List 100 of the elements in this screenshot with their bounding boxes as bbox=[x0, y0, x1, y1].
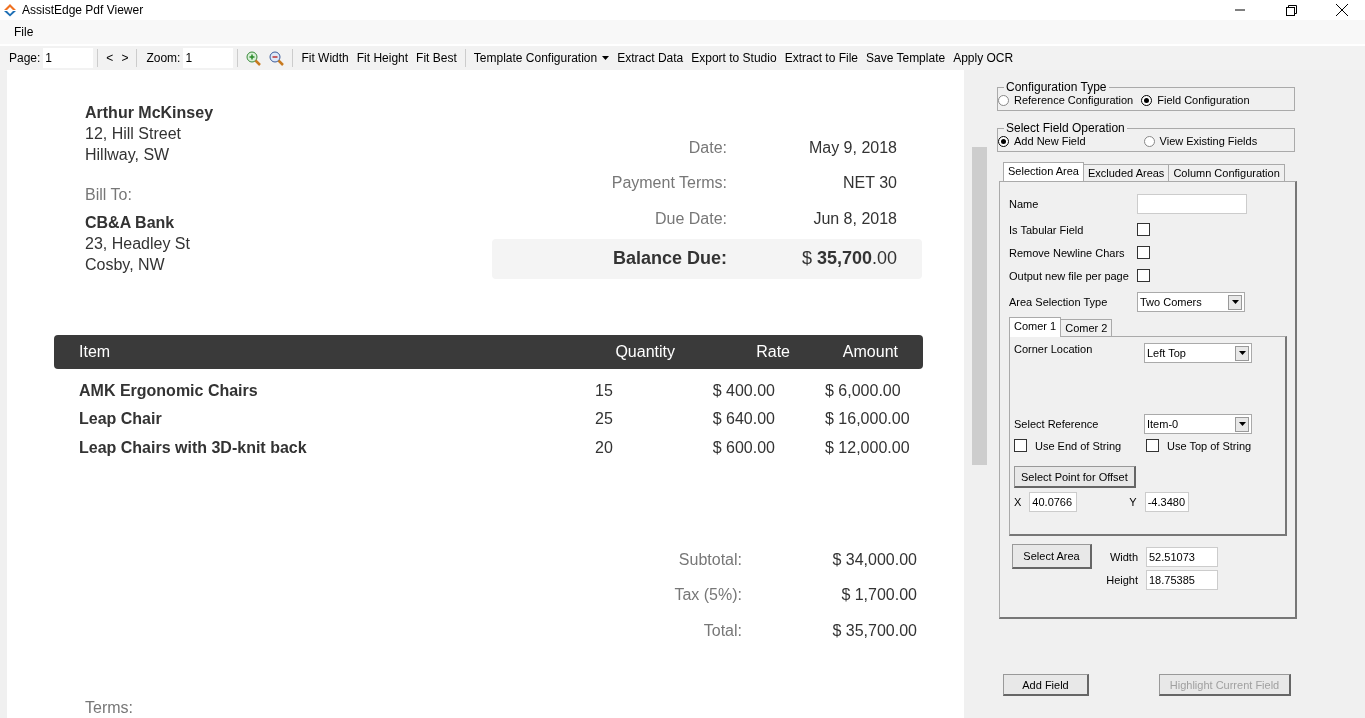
checkbox-label: Use Top of String bbox=[1167, 439, 1252, 452]
column-header: Amount bbox=[842, 342, 899, 361]
column-header: Item bbox=[78, 342, 111, 361]
tab[interactable]: Selection Area bbox=[1003, 162, 1084, 182]
checkbox[interactable] bbox=[1014, 439, 1027, 452]
address-line: Hillway, SW bbox=[85, 145, 171, 165]
total-value: $ 1,700.00 bbox=[841, 586, 917, 605]
column-header: Rate bbox=[756, 342, 791, 361]
address-line: Cosby, NW bbox=[85, 255, 166, 275]
toolbar-button[interactable]: Extract Data bbox=[613, 51, 688, 65]
radio-label[interactable]: Add New Field bbox=[1014, 135, 1086, 147]
toolbar-button[interactable]: Apply OCR bbox=[949, 51, 1018, 65]
menu-item[interactable]: File bbox=[8, 25, 40, 39]
table-cell-text: $ 600.00 bbox=[711, 438, 776, 457]
app-logo-icon bbox=[3, 3, 17, 17]
checkbox-label: Use End of String bbox=[1035, 439, 1122, 452]
radio-label[interactable]: Reference Configuration bbox=[1014, 94, 1134, 106]
balance-label: Balance Due: bbox=[612, 248, 727, 269]
toolbar-button[interactable]: Save Template bbox=[862, 51, 950, 65]
field-label: Select Reference bbox=[1014, 418, 1100, 430]
total-label: Subtotal: bbox=[678, 550, 742, 569]
recipient-name: CB&A Bank bbox=[85, 213, 176, 233]
field-label: Width bbox=[1108, 550, 1138, 563]
tab[interactable]: Comer 1 bbox=[1009, 317, 1062, 337]
checkbox[interactable] bbox=[1137, 246, 1150, 259]
select-point-button[interactable]: Select Point for Offset bbox=[1014, 466, 1136, 488]
address-line: 12, Hill Street bbox=[85, 124, 183, 144]
address-line: 23, Headley St bbox=[85, 234, 191, 254]
page-label: Page: bbox=[8, 51, 42, 65]
sender-name: Arthur McKinsey bbox=[85, 103, 214, 123]
terms-label: Terms: bbox=[85, 699, 133, 717]
column-header: Quantity bbox=[615, 342, 676, 361]
checkbox[interactable] bbox=[1146, 439, 1159, 452]
dropdown-arrow-icon bbox=[1231, 300, 1239, 304]
tab[interactable]: Comer 2 bbox=[1060, 319, 1113, 337]
restore-icon[interactable] bbox=[1285, 4, 1297, 16]
toolbar-button[interactable]: Fit Width bbox=[297, 51, 353, 65]
meta-value: Jun 8, 2018 bbox=[813, 209, 897, 228]
checkbox[interactable] bbox=[1137, 223, 1150, 236]
x-field[interactable]: 40.0766 bbox=[1029, 492, 1078, 512]
zoom-field[interactable]: 1 bbox=[183, 48, 234, 68]
name-field[interactable] bbox=[1137, 194, 1247, 214]
reference-dropdown[interactable]: Item-0 bbox=[1144, 414, 1252, 434]
table-cell-text: $ 6,000.00 bbox=[824, 381, 902, 400]
field-label: Output new file per page bbox=[1009, 269, 1130, 282]
checkbox[interactable] bbox=[1137, 269, 1150, 282]
group-title: Configuration Type bbox=[1005, 80, 1108, 94]
table-cell-text: 25 bbox=[594, 410, 614, 429]
field-label: Y bbox=[1129, 496, 1137, 508]
field-label: Corner Location bbox=[1014, 343, 1094, 355]
close-icon[interactable] bbox=[1336, 4, 1348, 16]
dropdown-arrow-icon bbox=[1238, 351, 1246, 355]
y-field[interactable]: -4.3480 bbox=[1144, 492, 1189, 512]
toolbar-button[interactable]: Fit Best bbox=[412, 51, 461, 65]
area-type-dropdown[interactable]: Two Comers bbox=[1137, 292, 1245, 312]
table-cell-text: $ 12,000.00 bbox=[824, 438, 911, 457]
dropdown-arrow-icon bbox=[602, 56, 610, 60]
previous-button[interactable]: < bbox=[102, 51, 118, 65]
meta-value: NET 30 bbox=[843, 174, 897, 193]
dropdown-arrow-icon bbox=[1238, 422, 1246, 426]
dropdown-button[interactable]: Template Configuration bbox=[469, 51, 614, 65]
tab[interactable]: Column Configuration bbox=[1168, 164, 1285, 182]
table-cell-text: $ 640.00 bbox=[711, 410, 776, 429]
field-label: Name bbox=[1009, 198, 1040, 210]
toolbar-button[interactable]: Fit Height bbox=[352, 51, 413, 65]
toolbar-button[interactable]: Export to Studio bbox=[687, 51, 781, 65]
radio-button[interactable] bbox=[998, 94, 1009, 106]
total-label: Tax (5%): bbox=[674, 586, 742, 605]
radio-button[interactable] bbox=[1141, 94, 1153, 106]
width-field[interactable]: 52.51073 bbox=[1146, 546, 1218, 567]
field-label: Is Tabular Field bbox=[1009, 223, 1085, 236]
zoom-label: Zoom: bbox=[145, 51, 182, 65]
meta-label: Due Date: bbox=[654, 209, 727, 228]
table-cell-text: Leap Chair bbox=[78, 410, 163, 429]
toolbar-button[interactable]: Extract to File bbox=[780, 51, 862, 65]
page-field[interactable]: 1 bbox=[43, 48, 94, 68]
balance-value: $ 35,700.00 bbox=[801, 248, 897, 269]
meta-value: May 9, 2018 bbox=[808, 138, 897, 157]
scrollbar-thumb[interactable] bbox=[972, 147, 987, 465]
radio-button[interactable] bbox=[1143, 135, 1155, 147]
field-label: Remove Newline Chars bbox=[1009, 246, 1126, 259]
total-value: $ 34,000.00 bbox=[832, 550, 917, 569]
table-cell-text: 20 bbox=[594, 438, 614, 457]
table-cell-text: AMK Ergonomic Chairs bbox=[78, 381, 259, 400]
window-title: AssistEdge Pdf Viewer bbox=[22, 3, 144, 17]
height-field[interactable]: 18.75385 bbox=[1146, 570, 1218, 590]
add-field-button[interactable]: Add Field bbox=[1003, 674, 1089, 696]
group-title: Select Field Operation bbox=[1005, 121, 1126, 135]
table-cell-text: Leap Chairs with 3D-knit back bbox=[78, 438, 308, 457]
bill-to-label: Bill To: bbox=[85, 186, 133, 204]
radio-button[interactable] bbox=[998, 135, 1009, 147]
select-area-button[interactable]: Select Area bbox=[1012, 544, 1092, 569]
field-label: Height bbox=[1105, 574, 1138, 586]
table-cell-text: $ 400.00 bbox=[711, 381, 776, 400]
radio-label[interactable]: Field Configuration bbox=[1157, 94, 1250, 106]
corner-location-dropdown[interactable]: Left Top bbox=[1144, 343, 1252, 363]
meta-label: Payment Terms: bbox=[611, 174, 727, 193]
table-cell-text: 15 bbox=[594, 381, 614, 400]
next-button[interactable]: > bbox=[117, 51, 133, 65]
radio-label[interactable]: View Existing Fields bbox=[1159, 135, 1258, 147]
